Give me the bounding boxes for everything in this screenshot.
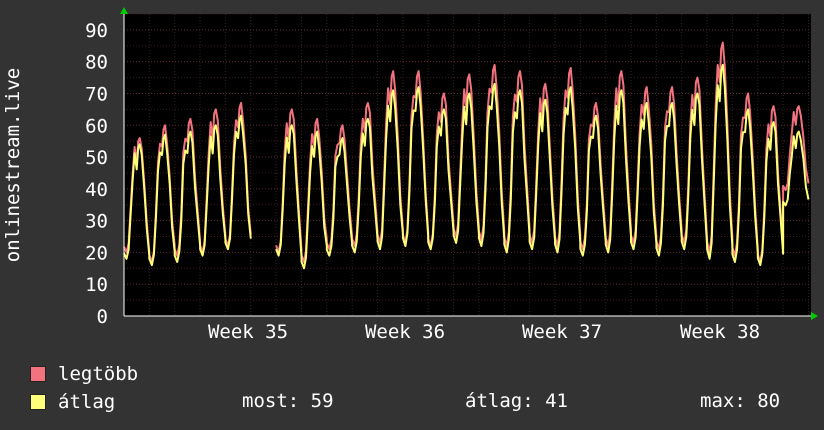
y-tick-label: 20 bbox=[85, 242, 108, 264]
y-tick-label: 60 bbox=[85, 115, 108, 137]
stat-avg: átlag: 41 bbox=[465, 390, 568, 412]
y-tick-label: 90 bbox=[85, 20, 108, 42]
legend-label-avg: átlag bbox=[58, 391, 116, 413]
plot-area bbox=[124, 14, 811, 316]
x-tick-label: Week 38 bbox=[680, 321, 760, 343]
legend-label-max: legtöbb bbox=[58, 363, 139, 385]
stat-now: most: 59 bbox=[242, 390, 334, 412]
y-tick-label: 50 bbox=[85, 147, 108, 169]
x-tick-label: Week 37 bbox=[522, 321, 602, 343]
y-tick-label: 80 bbox=[85, 52, 108, 74]
y-tick-label: 10 bbox=[85, 274, 108, 296]
y-tick-label: 40 bbox=[85, 179, 108, 201]
legend-item-max: legtöbb bbox=[30, 363, 138, 385]
y-tick-label: 30 bbox=[85, 211, 108, 233]
x-axis-arrow bbox=[811, 312, 818, 320]
x-tick-labels: Week 35 Week 36 Week 37 Week 38 bbox=[208, 321, 760, 343]
y-axis-arrow bbox=[120, 7, 128, 14]
legend-item-avg: átlag bbox=[30, 391, 115, 413]
y-tick-label: 70 bbox=[85, 83, 108, 105]
y-tick-label: 0 bbox=[97, 306, 108, 328]
x-tick-label: Week 35 bbox=[208, 321, 288, 343]
y-tick-labels: 0 10 20 30 40 50 60 70 80 90 bbox=[85, 20, 108, 328]
stat-max: max: 80 bbox=[700, 390, 781, 412]
legend-swatch-max bbox=[30, 366, 46, 382]
x-tick-label: Week 36 bbox=[365, 321, 445, 343]
legend-swatch-avg bbox=[30, 394, 46, 410]
y-axis-label: onlinestream.live bbox=[2, 68, 24, 262]
